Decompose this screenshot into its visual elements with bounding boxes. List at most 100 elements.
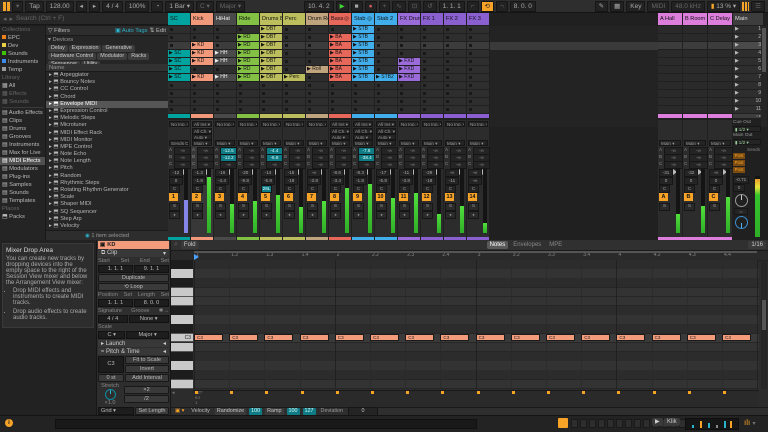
- volume-field[interactable]: -∞: [445, 169, 459, 177]
- empty-clip-slot[interactable]: [375, 90, 397, 97]
- peak-level-field[interactable]: 0: [709, 177, 723, 185]
- empty-clip-slot[interactable]: [283, 50, 305, 57]
- clip-slot[interactable]: ▶ RD: [237, 74, 259, 81]
- velocity-marker[interactable]: [406, 391, 409, 394]
- send-amount[interactable]: -∞: [312, 161, 329, 169]
- empty-clip-slot[interactable]: [260, 98, 282, 105]
- empty-clip-slot[interactable]: [168, 82, 190, 89]
- solo-button[interactable]: S: [307, 203, 318, 211]
- empty-clip-slot[interactable]: [168, 90, 190, 97]
- empty-clip-slot[interactable]: [191, 26, 213, 33]
- output-menu[interactable]: Main ▾: [422, 140, 442, 146]
- cue-out-menu[interactable]: ▮ 1/2 ▾: [733, 126, 761, 132]
- empty-clip-slot[interactable]: [444, 74, 466, 81]
- empty-clip-slot[interactable]: [260, 106, 282, 113]
- clip-slot[interactable]: ▶ DBT: [260, 74, 282, 81]
- pan-field[interactable]: C: [659, 185, 670, 193]
- peak-level-field[interactable]: -3.4: [330, 177, 344, 185]
- editor-scrollbar[interactable]: [761, 260, 767, 389]
- empty-clip-slot[interactable]: [444, 82, 466, 89]
- empty-clip-slot[interactable]: [375, 42, 397, 49]
- output-menu[interactable]: Main ▾: [684, 140, 706, 146]
- track-activator[interactable]: 5: [261, 193, 270, 201]
- main-pan-field[interactable]: 0: [733, 184, 745, 192]
- tempo-field[interactable]: 128.00: [46, 1, 74, 12]
- empty-clip-slot[interactable]: [375, 106, 397, 113]
- send-amount[interactable]: -∞: [289, 161, 306, 169]
- track-activator[interactable]: B: [684, 193, 693, 201]
- fold-button[interactable]: Fold: [181, 241, 199, 249]
- empty-clip-slot[interactable]: [421, 58, 443, 65]
- sidebar-item-plug-ins[interactable]: ▤ Plug-ins: [0, 173, 45, 181]
- pan-field[interactable]: C: [353, 185, 364, 193]
- return-slot[interactable]: [708, 98, 732, 105]
- library-item-sounds[interactable]: ▦ Sounds: [0, 98, 45, 106]
- track-activator[interactable]: A: [659, 193, 668, 201]
- scale-name-menu[interactable]: Major ▾: [216, 1, 245, 12]
- track-activator[interactable]: 12: [422, 193, 431, 201]
- empty-clip-slot[interactable]: [329, 82, 351, 89]
- empty-clip-slot[interactable]: [444, 50, 466, 57]
- empty-clip-slot[interactable]: [444, 42, 466, 49]
- midi-note[interactable]: C3: [335, 334, 364, 341]
- send-amount[interactable]: -∞: [243, 161, 260, 169]
- empty-clip-slot[interactable]: [168, 42, 190, 49]
- return-slot[interactable]: [708, 82, 732, 89]
- clip-slot[interactable]: ▶ HH: [214, 58, 236, 65]
- return-slot[interactable]: [708, 90, 732, 97]
- loop-toggle[interactable]: ⟲: [481, 1, 494, 12]
- pan-field[interactable]: C: [376, 185, 387, 193]
- track-header-hihat[interactable]: HiHat: [214, 13, 236, 25]
- solo-button[interactable]: S: [284, 203, 295, 211]
- empty-clip-slot[interactable]: [375, 98, 397, 105]
- volume-field[interactable]: -11: [399, 169, 413, 177]
- return-slot[interactable]: [708, 66, 732, 73]
- empty-clip-slot[interactable]: [214, 98, 236, 105]
- sidebar-item-samples[interactable]: ▤ Samples: [0, 181, 45, 189]
- velocity-marker[interactable]: [477, 391, 480, 394]
- empty-clip-slot[interactable]: [306, 98, 328, 105]
- clip-scale-name-menu[interactable]: Major ▾: [126, 331, 169, 339]
- output-menu[interactable]: Main ▾: [659, 140, 681, 146]
- send-amount[interactable]: -∞: [714, 161, 733, 169]
- midi-map-button[interactable]: MIDI: [647, 1, 669, 12]
- empty-clip-slot[interactable]: [467, 82, 489, 89]
- input-type-menu[interactable]: All Ins ▾: [376, 121, 396, 127]
- track-header-b-room[interactable]: B Room: [683, 13, 707, 25]
- empty-clip-slot[interactable]: [398, 50, 420, 57]
- input-channel-menu[interactable]: All Ch. ▾: [353, 128, 373, 134]
- logo-menu-caret[interactable]: ▾: [12, 1, 23, 12]
- computer-midi-keyboard-button[interactable]: ▦: [610, 1, 624, 12]
- clip-slot[interactable]: ▶ BA: [329, 42, 351, 49]
- empty-clip-slot[interactable]: [421, 26, 443, 33]
- peak-level-field[interactable]: -11: [445, 177, 459, 185]
- places-item-packs[interactable]: ⬒ Packs: [0, 213, 45, 221]
- clip-slot[interactable]: ▶ DBT: [260, 42, 282, 49]
- track-header-perc[interactable]: Perc: [283, 13, 305, 25]
- pan-field[interactable]: C: [468, 185, 479, 193]
- clip-slot[interactable]: ▶ DBT: [260, 26, 282, 33]
- loop-brace[interactable]: [194, 251, 757, 253]
- return-slot[interactable]: [708, 58, 732, 65]
- solo-button[interactable]: S: [399, 203, 410, 211]
- velocity-marker[interactable]: [371, 391, 374, 394]
- solo-button[interactable]: S: [659, 203, 670, 211]
- scene-play-icon[interactable]: ▶: [735, 26, 739, 33]
- cue-mix-box[interactable]: ▭: [734, 208, 748, 215]
- solo-button[interactable]: S: [169, 203, 180, 211]
- session-scrollbar[interactable]: [761, 26, 767, 127]
- clip-start-field[interactable]: 1. 1. 1: [98, 265, 133, 273]
- return-slot[interactable]: [658, 58, 682, 65]
- empty-clip-slot[interactable]: [283, 34, 305, 41]
- scene-slot-8[interactable]: ▶8: [733, 82, 763, 89]
- track-activator[interactable]: 6: [284, 193, 293, 201]
- scene-play-icon[interactable]: ▶: [735, 58, 739, 65]
- sidebar-item-instruments[interactable]: ▤ Instruments: [0, 141, 45, 149]
- empty-clip-slot[interactable]: [214, 106, 236, 113]
- scrollbar-handle[interactable]: [762, 300, 766, 330]
- return-slot[interactable]: [658, 90, 682, 97]
- start-set-button[interactable]: Set: [121, 258, 129, 264]
- play-button[interactable]: ▶: [336, 1, 349, 12]
- send-amount[interactable]: -∞: [664, 161, 683, 169]
- edit-button[interactable]: ⇅ Edit: [150, 28, 166, 34]
